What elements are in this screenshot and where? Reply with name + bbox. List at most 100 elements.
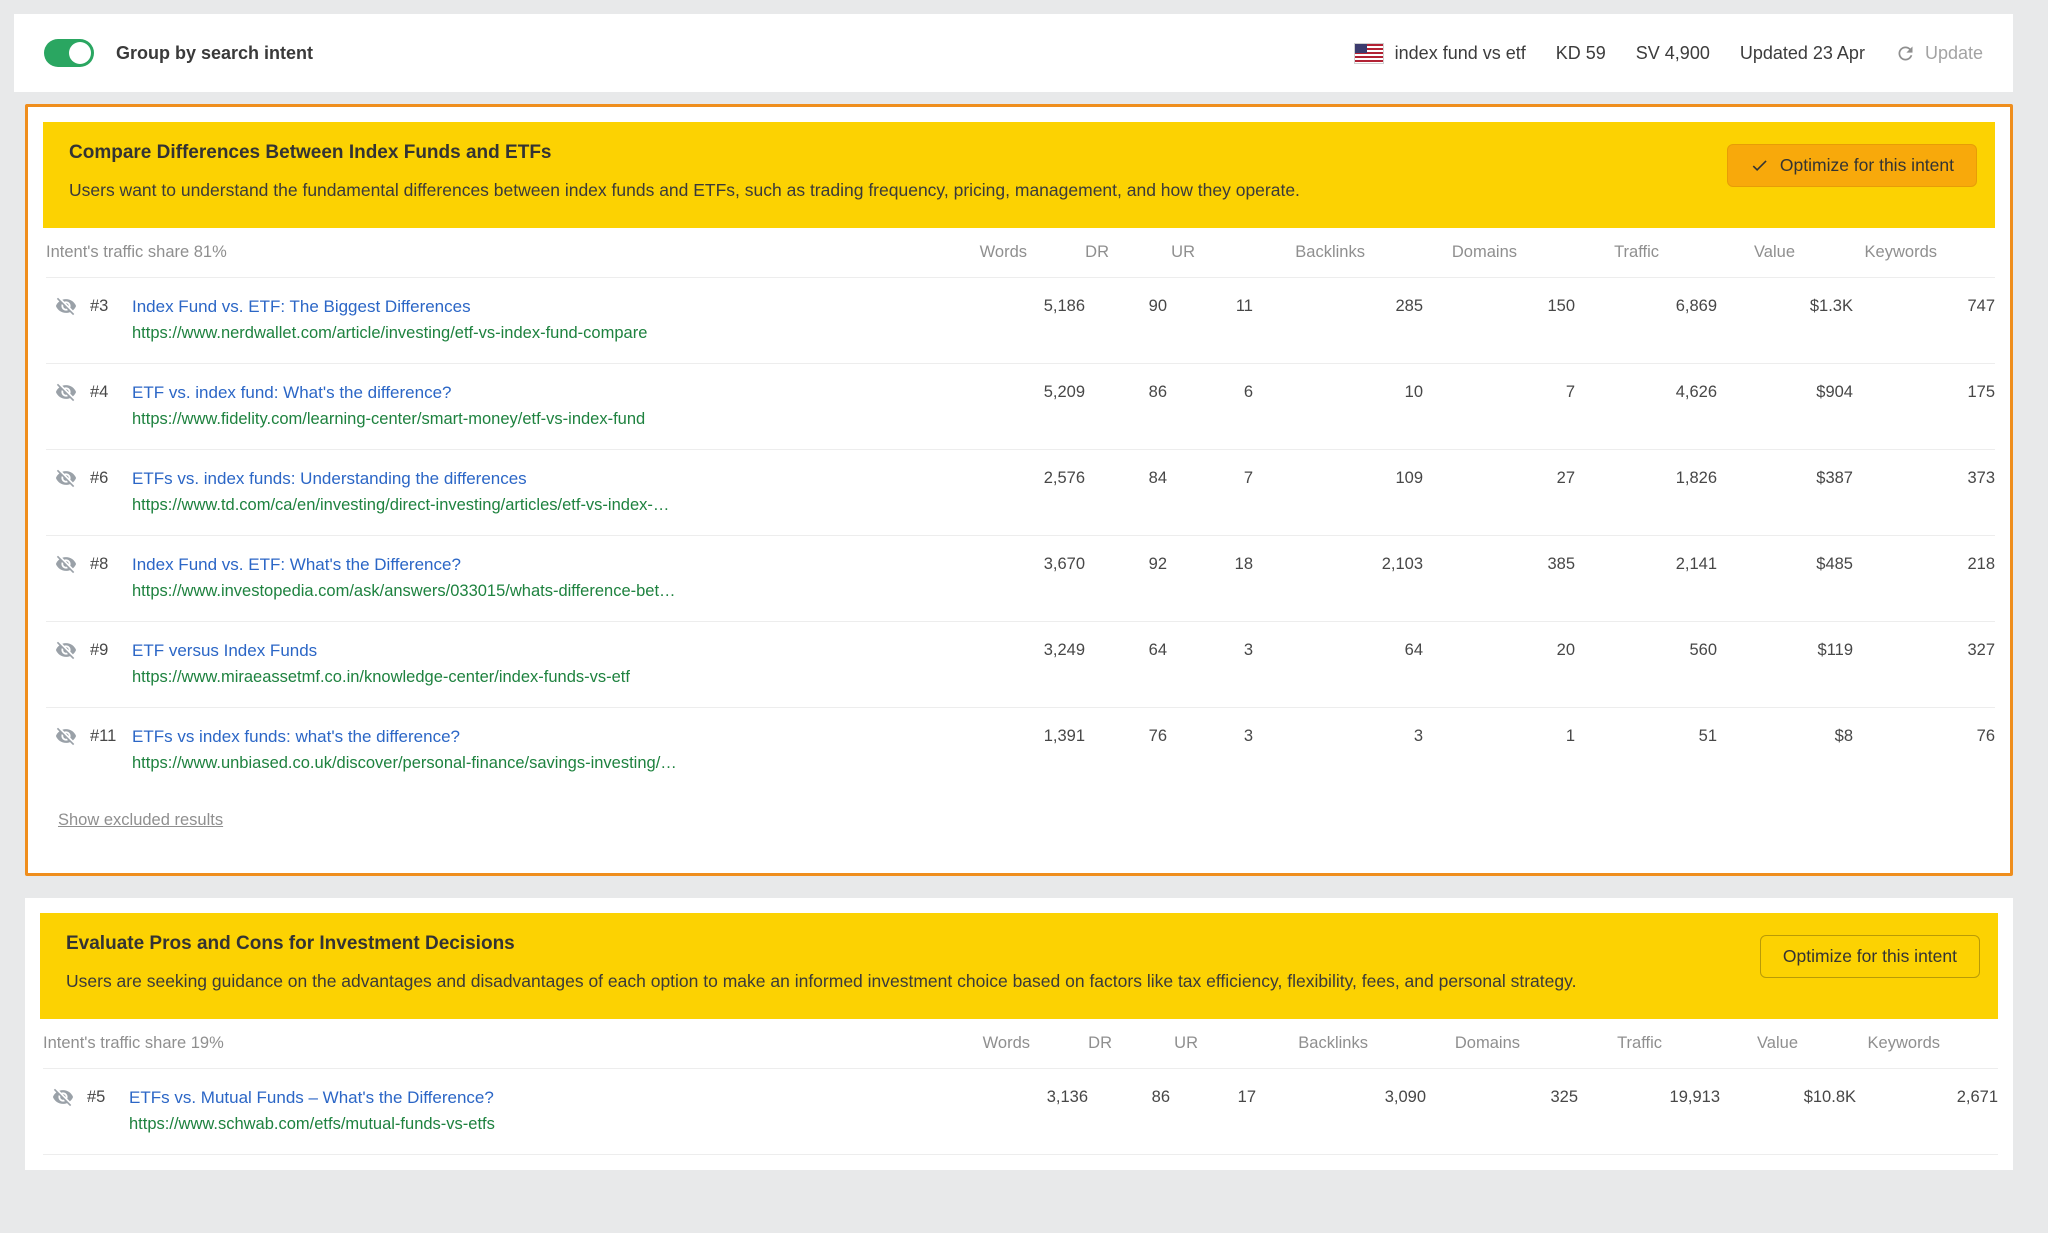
result-title-link[interactable]: Index Fund vs. ETF: What's the Differenc… [132, 551, 963, 578]
hide-result-icon[interactable] [55, 295, 77, 317]
rank-label: #9 [90, 637, 132, 664]
backlinks-link[interactable]: 10 [1253, 379, 1423, 406]
hide-result-icon[interactable] [55, 553, 77, 575]
table-row: #3 Index Fund vs. ETF: The Biggest Diffe… [46, 278, 1995, 364]
traffic-value: 2,141 [1575, 551, 1717, 578]
words-value: 5,209 [993, 379, 1085, 406]
optimize-button-label: Optimize for this intent [1780, 155, 1954, 176]
domains-link[interactable]: 1 [1423, 723, 1575, 750]
top-bar: Group by search intent index fund vs etf… [14, 14, 2013, 92]
optimize-button-label: Optimize for this intent [1783, 946, 1957, 967]
column-header-traffic: Traffic [1517, 243, 1659, 262]
result-url[interactable]: https://www.unbiased.co.uk/discover/pers… [132, 750, 963, 777]
keywords-link[interactable]: 76 [1853, 723, 1995, 750]
backlinks-link[interactable]: 109 [1253, 465, 1423, 492]
traffic-share-label: Intent's traffic share 81% [46, 243, 935, 262]
table-row: #8 Index Fund vs. ETF: What's the Differ… [46, 536, 1995, 622]
keywords-link[interactable]: 218 [1853, 551, 1995, 578]
domains-link[interactable]: 27 [1423, 465, 1575, 492]
backlinks-link[interactable]: 2,103 [1253, 551, 1423, 578]
dr-value: 86 [1085, 379, 1167, 406]
table-row: #6 ETFs vs. index funds: Understanding t… [46, 450, 1995, 536]
backlinks-link[interactable]: 3,090 [1256, 1084, 1426, 1111]
column-header-ur: UR [1109, 243, 1195, 262]
result-title-link[interactable]: ETFs vs. index funds: Understanding the … [132, 465, 963, 492]
intent-card-pros-and-cons: Evaluate Pros and Cons for Investment De… [25, 898, 2013, 1170]
words-value: 2,576 [993, 465, 1085, 492]
result-url[interactable]: https://www.td.com/ca/en/investing/direc… [132, 492, 963, 519]
domains-link[interactable]: 325 [1426, 1084, 1578, 1111]
domains-link[interactable]: 20 [1423, 637, 1575, 664]
words-value: 1,391 [993, 723, 1085, 750]
traffic-share-label: Intent's traffic share 19% [43, 1034, 938, 1053]
hide-result-icon[interactable] [55, 381, 77, 403]
sv-badge: SV 4,900 [1636, 43, 1710, 64]
keywords-link[interactable]: 327 [1853, 637, 1995, 664]
table-header-row: Intent's traffic share 81% Words DR UR B… [46, 228, 1995, 278]
result-url[interactable]: https://www.investopedia.com/ask/answers… [132, 578, 963, 605]
traffic-value: 560 [1575, 637, 1717, 664]
update-label: Update [1925, 43, 1983, 64]
intent-title: Compare Differences Between Index Funds … [69, 142, 1687, 164]
dr-value: 92 [1085, 551, 1167, 578]
dr-value: 86 [1088, 1084, 1170, 1111]
keywords-link[interactable]: 747 [1853, 293, 1995, 320]
table-row: #9 ETF versus Index Funds https://www.mi… [46, 622, 1995, 708]
table-row: #11 ETFs vs index funds: what's the diff… [46, 708, 1995, 793]
value-value: $387 [1717, 465, 1853, 492]
optimize-for-intent-button[interactable]: Optimize for this intent [1727, 144, 1977, 187]
backlinks-link[interactable]: 64 [1253, 637, 1423, 664]
table-row: #5 ETFs vs. Mutual Funds – What's the Di… [43, 1069, 1998, 1155]
keywords-link[interactable]: 175 [1853, 379, 1995, 406]
toggle-label: Group by search intent [116, 43, 313, 64]
result-title-link[interactable]: ETF versus Index Funds [132, 637, 963, 664]
optimize-for-intent-button[interactable]: Optimize for this intent [1760, 935, 1980, 978]
show-excluded-results-link[interactable]: Show excluded results [58, 811, 223, 830]
backlinks-link[interactable]: 285 [1253, 293, 1423, 320]
value-value: $119 [1717, 637, 1853, 664]
value-value: $10.8K [1720, 1084, 1856, 1111]
words-value: 3,670 [993, 551, 1085, 578]
rank-label: #8 [90, 551, 132, 578]
result-url[interactable]: https://www.miraeassetmf.co.in/knowledge… [132, 664, 963, 691]
dr-value: 84 [1085, 465, 1167, 492]
group-by-intent-toggle[interactable] [44, 39, 94, 67]
intent-banner: Evaluate Pros and Cons for Investment De… [40, 913, 1998, 1019]
update-button[interactable]: Update [1895, 43, 1983, 64]
rank-label: #11 [90, 723, 132, 750]
keywords-link[interactable]: 373 [1853, 465, 1995, 492]
words-value: 3,249 [993, 637, 1085, 664]
keywords-link[interactable]: 2,671 [1856, 1084, 1998, 1111]
rank-label: #3 [90, 293, 132, 320]
column-header-backlinks: Backlinks [1198, 1034, 1368, 1053]
result-url[interactable]: https://www.nerdwallet.com/article/inves… [132, 320, 963, 347]
check-icon [1750, 156, 1769, 175]
hide-result-icon[interactable] [55, 725, 77, 747]
column-header-ur: UR [1112, 1034, 1198, 1053]
hide-result-icon[interactable] [52, 1086, 74, 1108]
hide-result-icon[interactable] [55, 467, 77, 489]
keyword-label: index fund vs etf [1395, 43, 1526, 64]
traffic-value: 6,869 [1575, 293, 1717, 320]
result-url[interactable]: https://www.fidelity.com/learning-center… [132, 406, 963, 433]
kd-badge: KD 59 [1556, 43, 1606, 64]
ur-value: 3 [1167, 637, 1253, 664]
domains-link[interactable]: 150 [1423, 293, 1575, 320]
backlinks-link[interactable]: 3 [1253, 723, 1423, 750]
domains-link[interactable]: 7 [1423, 379, 1575, 406]
result-url[interactable]: https://www.schwab.com/etfs/mutual-funds… [129, 1111, 966, 1138]
refresh-icon [1895, 43, 1916, 64]
hide-result-icon[interactable] [55, 639, 77, 661]
ur-value: 17 [1170, 1084, 1256, 1111]
result-title-link[interactable]: ETFs vs. Mutual Funds – What's the Diffe… [129, 1084, 966, 1111]
result-title-link[interactable]: Index Fund vs. ETF: The Biggest Differen… [132, 293, 963, 320]
result-title-link[interactable]: ETFs vs index funds: what's the differen… [132, 723, 963, 750]
column-header-keywords: Keywords [1795, 243, 1937, 262]
ur-value: 3 [1167, 723, 1253, 750]
result-title-link[interactable]: ETF vs. index fund: What's the differenc… [132, 379, 963, 406]
ur-value: 11 [1167, 293, 1253, 320]
rank-label: #4 [90, 379, 132, 406]
traffic-value: 19,913 [1578, 1084, 1720, 1111]
domains-link[interactable]: 385 [1423, 551, 1575, 578]
column-header-value: Value [1659, 243, 1795, 262]
